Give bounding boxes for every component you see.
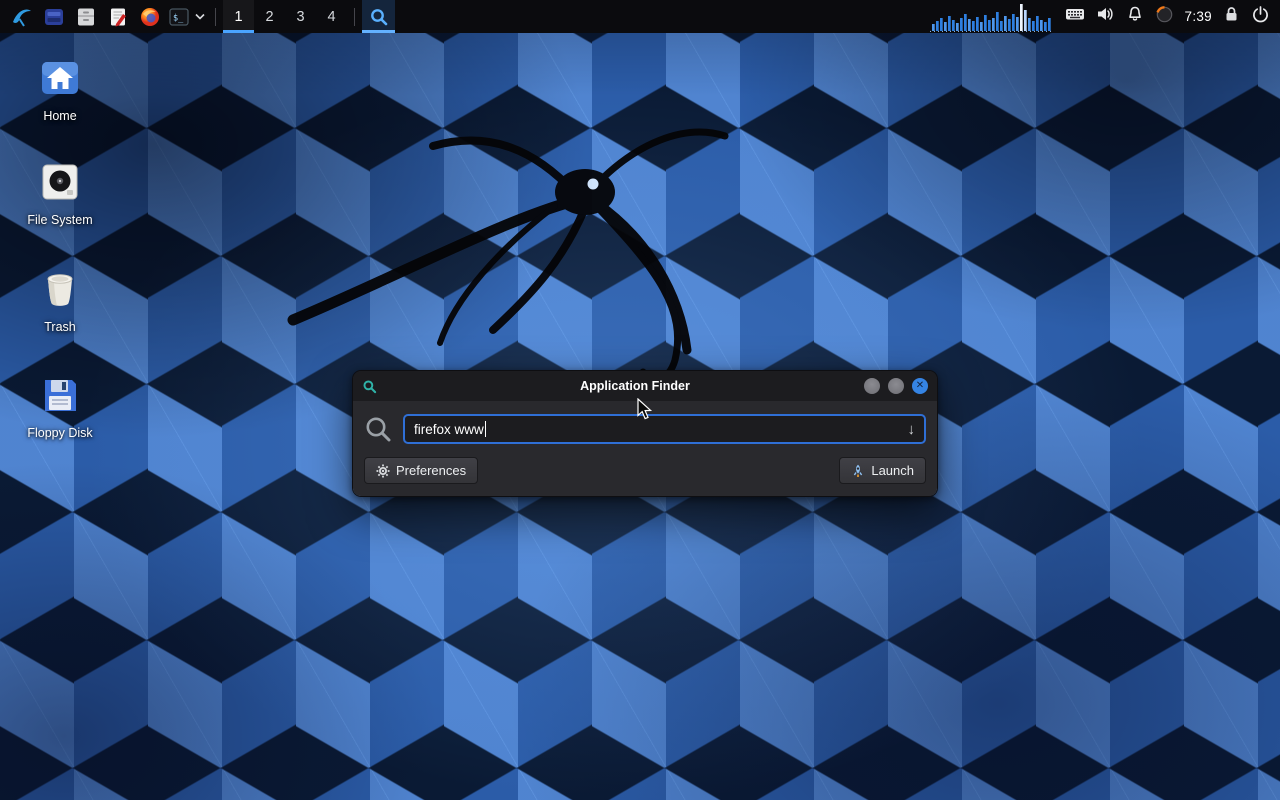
- keyboard-layout-icon[interactable]: [1065, 5, 1085, 28]
- system-monitor-graph[interactable]: [930, 2, 1054, 32]
- notifications-icon[interactable]: [1126, 5, 1144, 28]
- app-finder-taskbar-icon[interactable]: [362, 0, 395, 33]
- search-input[interactable]: firefox www ↓: [403, 414, 926, 444]
- floppy-disk-icon: [39, 374, 81, 416]
- window-title: Application Finder: [413, 379, 857, 393]
- file-cabinet-icon[interactable]: [70, 0, 102, 33]
- desktop-icon-label: File System: [14, 213, 106, 227]
- workspace-button-1[interactable]: 1: [223, 0, 254, 33]
- desktop-icon-trash[interactable]: Trash: [14, 268, 106, 334]
- mouse-cursor: [637, 398, 653, 421]
- desktop-icon-label: Home: [14, 109, 106, 123]
- launch-rocket-icon: [851, 464, 865, 478]
- preferences-button[interactable]: Preferences: [364, 457, 478, 484]
- terminal-dropdown-chevron-icon[interactable]: [192, 0, 208, 33]
- desktop-icon-floppy-disk[interactable]: Floppy Disk: [14, 374, 106, 440]
- workspace-button-2[interactable]: 2: [254, 0, 285, 33]
- home-folder-icon: [39, 57, 81, 99]
- titlebar[interactable]: Application Finder ✕: [353, 371, 937, 401]
- panel-separator: [354, 8, 355, 26]
- workspace-button-3[interactable]: 3: [285, 0, 316, 33]
- text-editor-icon[interactable]: [102, 0, 134, 33]
- kali-menu-icon[interactable]: [6, 0, 38, 33]
- file-system-drive-icon: [39, 161, 81, 203]
- launch-button[interactable]: Launch: [839, 457, 926, 484]
- logout-icon[interactable]: [1251, 5, 1270, 29]
- desktop-icon-label: Trash: [14, 320, 106, 334]
- power-manager-icon[interactable]: [1155, 5, 1174, 29]
- gear-icon: [376, 464, 390, 478]
- search-icon: [364, 415, 392, 443]
- desktop: $_ 1 2 3 4: [0, 0, 1280, 800]
- text-caret: [485, 421, 486, 437]
- clock[interactable]: 7:39: [1185, 9, 1212, 24]
- minimize-button[interactable]: [864, 378, 880, 394]
- lock-screen-icon[interactable]: [1223, 5, 1240, 28]
- volume-icon[interactable]: [1096, 5, 1115, 28]
- svg-text:$_: $_: [173, 13, 184, 23]
- firefox-icon[interactable]: [134, 0, 166, 33]
- terminal-icon[interactable]: $_: [166, 0, 192, 33]
- application-finder-window: Application Finder ✕ firefox www ↓: [352, 370, 938, 497]
- app-finder-window-icon: [362, 379, 377, 394]
- workspace-button-4[interactable]: 4: [316, 0, 347, 33]
- kali-dragon-wallpaper-art: [255, 88, 815, 388]
- desktop-icon-file-system[interactable]: File System: [14, 161, 106, 227]
- top-panel: $_ 1 2 3 4: [0, 0, 1280, 33]
- file-manager-icon[interactable]: [38, 0, 70, 33]
- launch-button-label: Launch: [871, 463, 914, 478]
- preferences-button-label: Preferences: [396, 463, 466, 478]
- close-button[interactable]: ✕: [912, 378, 928, 394]
- entry-dropdown-arrow-icon[interactable]: ↓: [908, 422, 916, 437]
- trash-can-icon: [39, 268, 81, 310]
- desktop-icon-home[interactable]: Home: [14, 57, 106, 123]
- search-input-text: firefox www: [414, 422, 484, 437]
- panel-separator: [215, 8, 216, 26]
- desktop-icon-label: Floppy Disk: [14, 426, 106, 440]
- maximize-button[interactable]: [888, 378, 904, 394]
